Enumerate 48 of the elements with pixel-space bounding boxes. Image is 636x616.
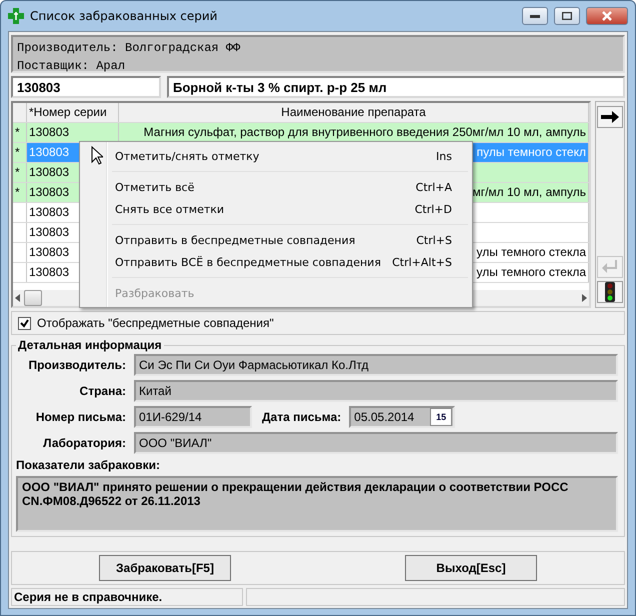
traffic-light-icon bbox=[603, 282, 617, 302]
calendar-button[interactable]: 15 bbox=[430, 408, 452, 426]
arrow-right-icon bbox=[600, 111, 620, 123]
mouse-pointer-icon bbox=[91, 146, 103, 165]
checkbox[interactable] bbox=[18, 316, 31, 330]
row-marker: * bbox=[13, 143, 27, 162]
action-button[interactable]: Забраковать[F5] bbox=[99, 555, 231, 581]
field-label: Лаборатория: bbox=[42, 436, 126, 450]
product-field[interactable]: Борной к-ты 3 % спирт. р-р 25 мл bbox=[167, 76, 625, 98]
checkbox-label: Отображать "беспредметные совпадения" bbox=[37, 316, 274, 330]
info-line: Поставщик: Арал bbox=[17, 58, 126, 75]
group-title: Детальная информация bbox=[17, 338, 163, 352]
reasons-textarea[interactable]: ООО "ВИАЛ" принято решении о прекращении действия декларации о соответствии РОСС CN.ФМ08.Д96522 от 26.11.2013 bbox=[16, 476, 618, 532]
info-line: Производитель: Волгоградская ФФ bbox=[17, 40, 242, 57]
light-button[interactable] bbox=[597, 281, 623, 303]
column-header[interactable]: Наименование препарата bbox=[119, 103, 589, 122]
maximize-button[interactable] bbox=[554, 7, 580, 25]
window-title: Список забракованных серий bbox=[30, 9, 218, 23]
field-label: Дата письма: bbox=[262, 410, 342, 424]
minimize-icon bbox=[530, 14, 540, 18]
row-marker: * bbox=[13, 183, 27, 202]
table-cell: 130803 bbox=[27, 123, 119, 142]
scroll-left-icon[interactable] bbox=[15, 294, 20, 302]
arrow-button[interactable] bbox=[597, 106, 623, 128]
return-arrow-icon bbox=[601, 260, 619, 274]
country-field[interactable]: Китай bbox=[134, 380, 618, 402]
scroll-right-icon[interactable] bbox=[582, 294, 587, 302]
letter-number-field[interactable]: 01И-629/14 bbox=[134, 406, 252, 428]
row-marker: * bbox=[13, 163, 27, 182]
date-field[interactable]: 05.05.2014 15 bbox=[349, 406, 456, 428]
manufacturer-field[interactable]: Си Эс Пи Си Оуи Фармасьютикал Ко.Лтд bbox=[134, 354, 618, 376]
laboratory-field[interactable]: ООО "ВИАЛ" bbox=[134, 432, 618, 454]
row-marker: * bbox=[13, 123, 27, 142]
field-label: Номер письма: bbox=[34, 410, 126, 424]
maximize-icon bbox=[562, 12, 572, 20]
app-icon bbox=[8, 8, 24, 24]
scroll-thumb[interactable] bbox=[24, 290, 42, 306]
field-label: Страна: bbox=[78, 384, 126, 398]
action-button[interactable]: Выход[Esc] bbox=[405, 555, 537, 581]
minimize-button[interactable] bbox=[522, 7, 548, 25]
close-icon bbox=[602, 11, 612, 21]
close-button[interactable] bbox=[586, 7, 628, 25]
table-cell: Магния сульфат, раствор для внутривенного введения 250мг/мл 10 мл, ампуль bbox=[119, 123, 589, 142]
column-header[interactable]: *Номер серии bbox=[27, 103, 119, 122]
series-field[interactable]: 130803 bbox=[11, 76, 161, 98]
field-label: Производитель: bbox=[27, 358, 126, 372]
status-message: Серия не в справочнике. bbox=[11, 588, 243, 606]
reasons-label: Показатели забраковки: bbox=[16, 458, 161, 472]
